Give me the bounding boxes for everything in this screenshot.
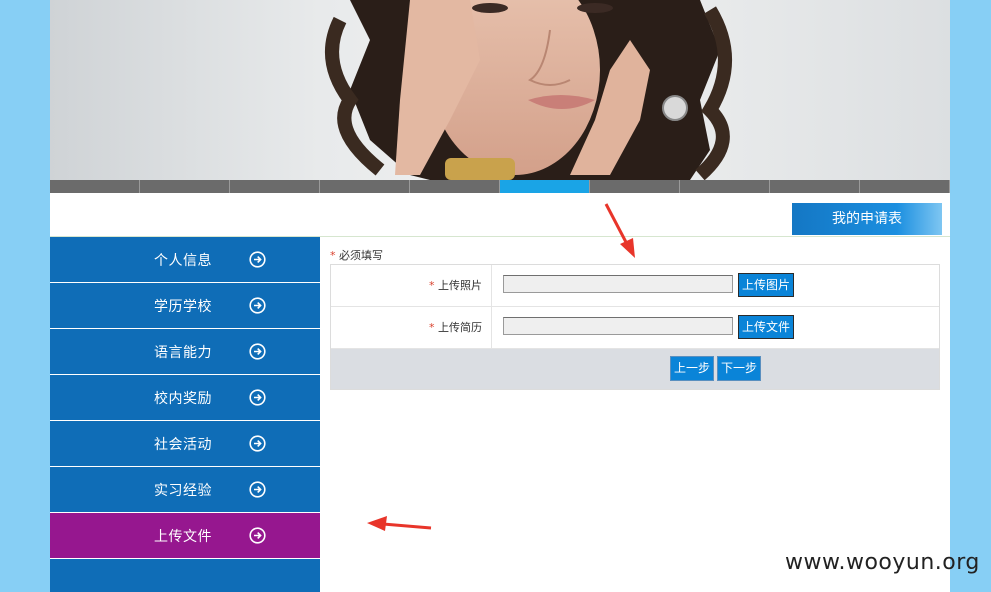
photo-label: * 上传照片: [331, 265, 492, 306]
prev-step-button[interactable]: 上一步: [670, 356, 714, 381]
form-row-photo: * 上传照片 上传图片: [331, 265, 939, 307]
sidebar-item-label: 学历学校: [154, 299, 212, 315]
slider-tab[interactable]: [770, 180, 860, 193]
sidebar-item-label: 上传文件: [154, 529, 212, 545]
my-application-button[interactable]: 我的申请表: [792, 203, 942, 235]
slider-tab[interactable]: [590, 180, 680, 193]
sidebar-item-label: 语言能力: [154, 345, 212, 361]
sidebar-item-label: 实习经验: [154, 483, 212, 499]
required-note-text: 必须填写: [339, 249, 383, 262]
banner-image: [50, 0, 950, 180]
sidebar-item-education[interactable]: 学历学校: [50, 283, 320, 329]
photo-label-text: 上传照片: [438, 279, 482, 292]
arrow-right-circle-icon: [249, 251, 266, 268]
watermark-text: www.wooyun.org: [785, 550, 980, 575]
slider-tab[interactable]: [50, 180, 140, 193]
required-star: *: [429, 321, 435, 334]
sidebar-item-upload-files[interactable]: 上传文件: [50, 513, 320, 559]
resume-label-text: 上传简历: [438, 321, 482, 334]
slider-tab[interactable]: [680, 180, 770, 193]
sidebar-item-personal-info[interactable]: 个人信息: [50, 237, 320, 283]
banner-slider-tabs: [50, 180, 950, 193]
sidebar-item-social-activities[interactable]: 社会活动: [50, 421, 320, 467]
arrow-right-circle-icon: [249, 343, 266, 360]
arrow-right-circle-icon: [249, 435, 266, 452]
upload-form-table: * 上传照片 上传图片 * 上传简历 上传文件 上一步 下一步: [330, 264, 940, 390]
header-bar: 我的申请表: [50, 193, 950, 237]
required-note: * 必须填写: [330, 247, 383, 263]
arrow-right-circle-icon: [249, 297, 266, 314]
slider-tab[interactable]: [140, 180, 230, 193]
arrow-right-circle-icon: [249, 389, 266, 406]
arrow-right-circle-icon: [249, 527, 266, 544]
annotation-arrow-left: [367, 516, 432, 531]
resume-file-input[interactable]: [503, 317, 733, 335]
sidebar-item-label: 社会活动: [154, 437, 212, 453]
upload-resume-button[interactable]: 上传文件: [738, 315, 795, 339]
banner-photo: [325, 0, 732, 180]
slider-tab-active[interactable]: [500, 180, 590, 193]
next-step-button[interactable]: 下一步: [717, 356, 761, 381]
resume-label: * 上传简历: [331, 307, 492, 348]
form-row-resume: * 上传简历 上传文件: [331, 307, 939, 349]
arrow-right-circle-icon: [249, 481, 266, 498]
sidebar-nav: 个人信息 学历学校 语言能力 校内奖励 社会活动 实习经验 上传文件: [50, 237, 320, 592]
required-star: *: [330, 249, 336, 262]
upload-photo-button[interactable]: 上传图片: [738, 273, 795, 297]
annotation-arrow-down: [604, 203, 635, 258]
slider-tab[interactable]: [230, 180, 320, 193]
slider-tab[interactable]: [860, 180, 950, 193]
sidebar-item-label: 个人信息: [154, 253, 212, 269]
page-container: 我的申请表 个人信息 学历学校 语言能力 校内奖励 社会活动 实习经验 上传文件: [50, 0, 950, 592]
sidebar-item-label: 校内奖励: [154, 391, 212, 407]
sidebar-item-internship[interactable]: 实习经验: [50, 467, 320, 513]
slider-tab[interactable]: [410, 180, 500, 193]
photo-file-input[interactable]: [503, 275, 733, 293]
sidebar-item-language[interactable]: 语言能力: [50, 329, 320, 375]
required-star: *: [429, 279, 435, 292]
form-actions: 上一步 下一步: [331, 349, 939, 389]
slider-tab[interactable]: [320, 180, 410, 193]
sidebar-item-awards[interactable]: 校内奖励: [50, 375, 320, 421]
